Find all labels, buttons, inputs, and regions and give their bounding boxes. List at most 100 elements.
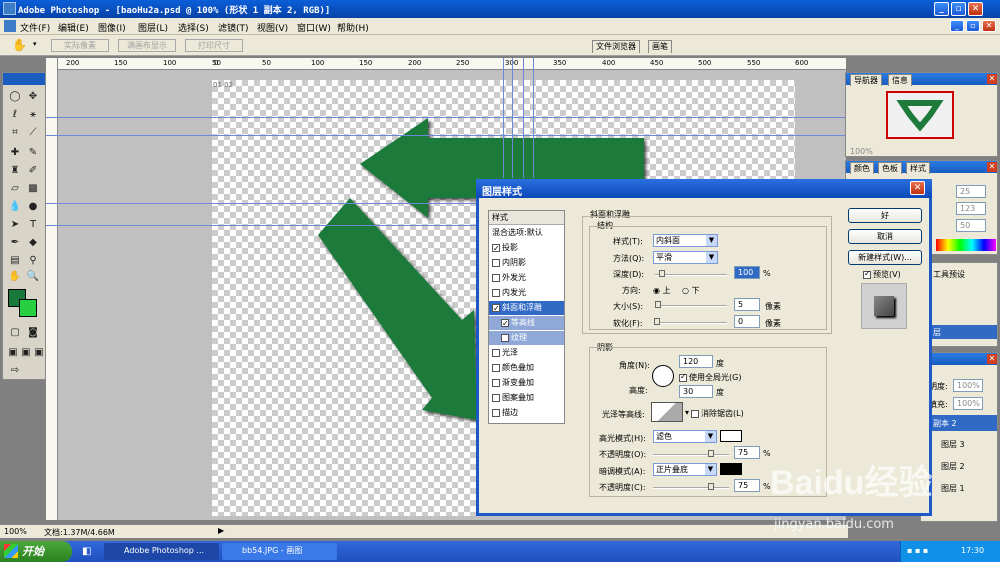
shadow-mode-select[interactable]: 正片叠底 ▼ (653, 463, 717, 476)
style-outer-glow[interactable]: 外发光 (489, 271, 564, 285)
eyedropper-icon[interactable]: ⚲ (25, 253, 41, 269)
history-brush-icon[interactable]: ✐ (25, 163, 41, 179)
checkbox-icon[interactable] (492, 378, 500, 387)
navigator-thumbnail[interactable] (886, 91, 954, 139)
doc-close-button[interactable]: ✕ (982, 20, 996, 32)
crop-tool-icon[interactable]: ⌗ (7, 125, 23, 141)
close-icon[interactable]: ✕ (987, 162, 997, 172)
layer-row[interactable]: 副本 2 (921, 415, 997, 431)
close-icon[interactable]: ✕ (987, 74, 997, 84)
style-list-header[interactable]: 样式 (489, 211, 564, 225)
antialias-checkbox[interactable]: 消除锯齿(L) (691, 408, 744, 419)
start-button[interactable]: 开始 (0, 541, 72, 562)
menu-select[interactable]: 选择(S) (178, 21, 209, 34)
close-button[interactable]: ✕ (968, 2, 983, 16)
guide-line[interactable] (46, 135, 846, 136)
tab-styles[interactable]: 样式 (906, 162, 930, 174)
green-value[interactable]: 123 (956, 202, 986, 215)
tray-icons[interactable]: ▪ ▪ ▪ (907, 546, 928, 555)
clone-stamp-icon[interactable]: ♜ (7, 163, 23, 179)
pen-tool-icon[interactable]: ✒ (7, 235, 23, 251)
depth-input[interactable]: 100 (734, 266, 760, 279)
shadow-color-swatch[interactable] (720, 463, 742, 475)
red-value[interactable]: 25 (956, 185, 986, 198)
checkbox-icon[interactable] (691, 409, 699, 418)
depth-slider[interactable] (655, 274, 727, 276)
checkbox-icon[interactable] (492, 363, 500, 372)
blur-tool-icon[interactable]: 💧 (7, 199, 23, 215)
highlight-opacity-input[interactable]: 75 (734, 446, 760, 459)
dodge-tool-icon[interactable]: ● (25, 199, 41, 215)
direction-down-radio[interactable]: ○ 下 (682, 285, 700, 296)
menu-help[interactable]: 帮助(H) (337, 21, 369, 34)
dialog-close-button[interactable]: ✕ (910, 181, 925, 195)
tool-presets-row[interactable]: 层 (931, 325, 997, 339)
style-contour[interactable]: 等高线 (489, 316, 564, 331)
tab-navigator[interactable]: 导航器 (850, 74, 882, 86)
style-inner-glow[interactable]: 内发光 (489, 286, 564, 300)
status-arrow-icon[interactable]: ▶ (218, 526, 224, 535)
depth-slider-thumb[interactable] (659, 270, 665, 277)
checkbox-icon[interactable] (492, 393, 500, 402)
hand-tool-icon[interactable]: ✋ (7, 269, 23, 285)
highlight-opacity-thumb[interactable] (708, 450, 714, 457)
checkbox-icon[interactable] (492, 348, 500, 357)
guide-line[interactable] (503, 58, 504, 178)
menu-layer[interactable]: 图层(L) (138, 21, 168, 34)
checkbox-icon[interactable] (679, 372, 687, 382)
menu-window[interactable]: 窗口(W) (297, 21, 331, 34)
slice-tool-icon[interactable]: ⟋ (25, 125, 41, 141)
minimize-button[interactable]: _ (934, 2, 949, 16)
navigator-zoom[interactable]: 100% (850, 147, 873, 156)
checkbox-icon[interactable] (492, 242, 500, 256)
ok-button[interactable]: 好 (848, 208, 922, 223)
preview-checkbox[interactable]: 预览(V) (863, 269, 901, 280)
style-drop-shadow[interactable]: 投影 (489, 241, 564, 256)
angle-dial[interactable] (652, 365, 674, 387)
tab-brushes[interactable]: 画笔 (648, 40, 672, 53)
style-bevel-emboss[interactable]: 斜面和浮雕 (489, 301, 564, 316)
style-satin[interactable]: 光泽 (489, 346, 564, 360)
style-stroke[interactable]: 描边 (489, 406, 564, 420)
quickmask-mode-icon[interactable]: ◙ (25, 325, 41, 341)
size-slider-thumb[interactable] (655, 301, 661, 308)
chevron-down-icon[interactable]: ▾ (685, 408, 689, 417)
standard-mode-icon[interactable]: ▢ (7, 325, 23, 341)
task-paint[interactable]: bb54.JPG - 画图 (222, 543, 337, 560)
shadow-opacity-slider[interactable] (653, 487, 729, 489)
size-slider[interactable] (655, 305, 727, 307)
checkbox-icon[interactable] (492, 258, 500, 267)
checkbox-icon[interactable] (492, 273, 500, 282)
maximize-button[interactable]: ▫ (951, 2, 966, 16)
style-gradient-overlay[interactable]: 渐变叠加 (489, 376, 564, 390)
guide-line[interactable] (512, 58, 513, 178)
zoom-readout[interactable]: 100% (4, 527, 27, 536)
marquee-tool-icon[interactable]: ◯ (7, 89, 23, 105)
brush-tool-icon[interactable]: ✎ (25, 145, 41, 161)
tab-file-browser[interactable]: 文件浏览器 (592, 40, 640, 53)
menu-image[interactable]: 图像(I) (98, 21, 126, 34)
jump-to-imageready-icon[interactable]: ⇨ (7, 363, 23, 379)
style-pattern-overlay[interactable]: 图案叠加 (489, 391, 564, 405)
gloss-contour-picker[interactable] (651, 402, 683, 422)
direction-up-radio[interactable]: ◉ 上 (653, 285, 671, 296)
altitude-input[interactable]: 30 (679, 385, 713, 398)
menu-file[interactable]: 文件(F) (20, 21, 50, 34)
menu-filter[interactable]: 滤镜(T) (218, 21, 249, 34)
soften-slider[interactable] (655, 322, 727, 324)
blue-value[interactable]: 50 (956, 219, 986, 232)
print-size-button[interactable]: 打印尺寸 (185, 39, 243, 52)
zoom-tool-icon[interactable]: 🔍 (25, 269, 41, 285)
hand-tool-icon[interactable]: ✋ (12, 38, 27, 52)
style-inner-shadow[interactable]: 内阴影 (489, 256, 564, 270)
angle-input[interactable]: 120 (679, 355, 713, 368)
checkbox-icon[interactable] (501, 333, 509, 342)
checkbox-icon[interactable] (492, 302, 500, 316)
menu-view[interactable]: 视图(V) (257, 21, 288, 34)
checkbox-icon[interactable] (501, 317, 509, 331)
tab-info[interactable]: 信息 (888, 74, 912, 86)
doc-minimize-button[interactable]: _ (950, 20, 964, 32)
actual-pixels-button[interactable]: 实际像素 (51, 39, 109, 52)
highlight-opacity-slider[interactable] (653, 454, 729, 456)
quicklaunch-icon[interactable]: ◧ (82, 546, 91, 557)
